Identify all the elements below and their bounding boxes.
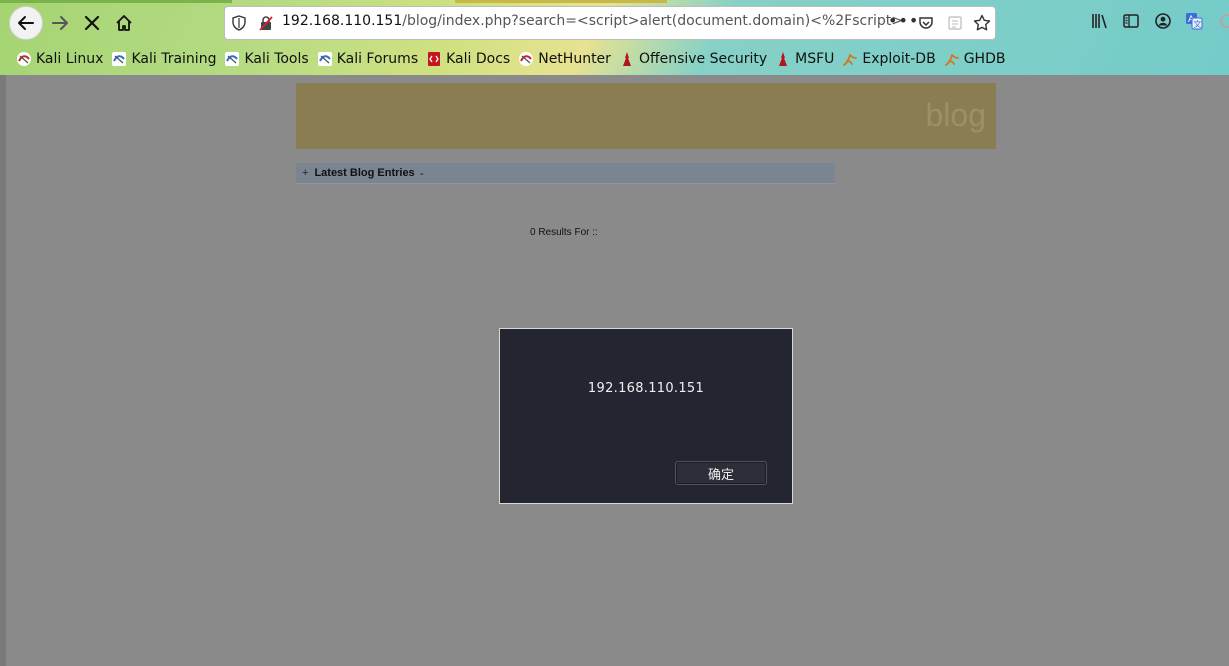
bookmark-label: Offensive Security xyxy=(638,51,768,67)
bookmark-ghdb[interactable]: GHDB xyxy=(944,51,1006,67)
url-text[interactable]: 192.168.110.151/blog/index.php?search=<s… xyxy=(282,13,903,29)
url-host: 192.168.110.151 xyxy=(282,13,403,29)
bookmark-offensive-security[interactable]: Offensive Security xyxy=(619,51,767,67)
alert-ok-button[interactable]: 确定 xyxy=(675,461,767,485)
tab-indicator[interactable] xyxy=(455,0,667,3)
url-path: /blog/index.php?search=<script>alert(doc… xyxy=(402,13,903,29)
blog-bar-label: Latest Blog Entries xyxy=(314,167,415,179)
home-button[interactable] xyxy=(111,9,137,37)
insecure-lock-icon[interactable] xyxy=(258,15,274,31)
back-button[interactable] xyxy=(9,6,43,40)
bookmark-label: Kali Docs xyxy=(446,51,511,67)
bookmark-label: Kali Forums xyxy=(336,51,419,67)
alert-message: 192.168.110.151 xyxy=(587,381,705,396)
translate-icon[interactable]: A 文 xyxy=(1185,12,1203,30)
bookmark-label: Exploit-DB xyxy=(862,51,936,67)
bookmark-nethunter[interactable]: NetHunter xyxy=(518,51,611,67)
bookmarks-toolbar: Kali Linux Kali Training Kali Tools Kali… xyxy=(0,47,1013,71)
exploitdb-icon xyxy=(842,51,858,67)
bookmark-label: Kali Training xyxy=(131,51,217,67)
bookmark-kali-tools[interactable]: Kali Tools xyxy=(224,51,309,67)
pocket-icon[interactable] xyxy=(918,15,934,31)
kali-dragon-icon xyxy=(224,51,240,67)
latest-blog-entries-bar[interactable]: + Latest Blog Entries - xyxy=(296,163,835,184)
kali-dragon-icon xyxy=(518,51,534,67)
bookmark-kali-training[interactable]: Kali Training xyxy=(111,51,216,67)
extension-icon[interactable] xyxy=(1215,12,1229,30)
kali-dragon-icon xyxy=(317,51,333,67)
page-actions-menu-button[interactable]: ••• xyxy=(888,11,919,30)
bookmark-star-icon[interactable] xyxy=(973,14,991,32)
browser-chrome: 192.168.110.151/blog/index.php?search=<s… xyxy=(0,0,1229,75)
bookmark-kali-docs[interactable]: Kali Docs xyxy=(426,51,510,67)
bookmark-label: NetHunter xyxy=(538,51,611,67)
reader-view-icon[interactable] xyxy=(947,15,963,31)
library-icon[interactable] xyxy=(1090,12,1108,30)
stop-x-icon xyxy=(84,15,100,31)
stop-button[interactable] xyxy=(80,9,104,37)
address-bar[interactable]: 192.168.110.151/blog/index.php?search=<s… xyxy=(224,6,996,40)
blog-banner: blog xyxy=(296,83,996,149)
bookmark-msfu[interactable]: MSFU xyxy=(775,51,834,67)
banner-title: blog xyxy=(925,97,987,133)
collapse-minus-icon[interactable]: - xyxy=(420,167,424,180)
bookmark-label: Kali Tools xyxy=(244,51,309,67)
active-tab-indicator[interactable] xyxy=(0,0,232,3)
exploitdb-icon xyxy=(944,51,960,67)
kali-dragon-icon xyxy=(111,51,127,67)
offsec-icon xyxy=(619,51,635,67)
sidebar-icon[interactable] xyxy=(1122,12,1140,30)
back-arrow-icon xyxy=(18,16,34,30)
home-icon xyxy=(116,15,132,31)
bookmark-exploit-db[interactable]: Exploit-DB xyxy=(842,51,936,67)
search-results-text: 0 Results For :: xyxy=(530,227,598,238)
bookmark-label: GHDB xyxy=(963,51,1006,67)
expand-plus-icon[interactable]: + xyxy=(302,167,308,179)
kali-docs-icon xyxy=(426,51,442,67)
bookmark-label: MSFU xyxy=(795,51,835,67)
svg-text:文: 文 xyxy=(1194,19,1202,29)
bookmark-label: Kali Linux xyxy=(36,51,104,67)
window-left-edge xyxy=(0,75,6,666)
account-icon[interactable] xyxy=(1154,12,1172,30)
forward-button[interactable] xyxy=(48,9,72,37)
bookmark-kali-forums[interactable]: Kali Forums xyxy=(317,51,418,67)
offsec-icon xyxy=(775,51,791,67)
tracking-shield-icon[interactable] xyxy=(231,15,247,31)
bookmark-kali-linux[interactable]: Kali Linux xyxy=(16,51,103,67)
alert-dialog: 192.168.110.151 确定 xyxy=(499,328,793,504)
kali-dragon-icon xyxy=(16,51,32,67)
forward-arrow-icon xyxy=(52,16,68,30)
